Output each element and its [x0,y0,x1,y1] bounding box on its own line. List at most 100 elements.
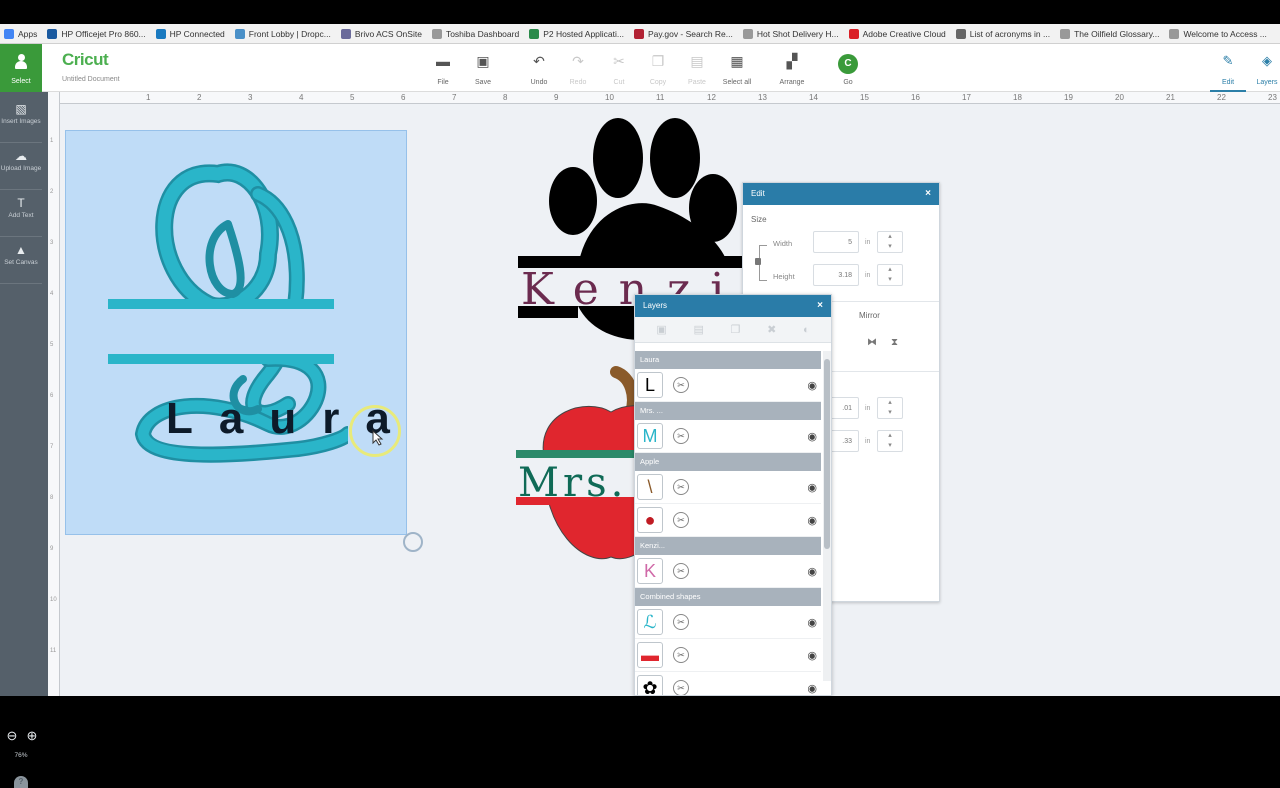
cut-operation-icon[interactable]: ✂ [673,647,689,663]
bookmark-item[interactable]: Adobe Creative Cloud [845,24,952,43]
height-field[interactable]: 3.18 [813,264,859,286]
width-stepper[interactable]: ▴ ▾ [877,231,903,253]
visibility-eye-icon[interactable]: ◉ [807,430,817,443]
position-x-stepper[interactable]: ▴ ▾ [877,397,903,419]
layer-group-header[interactable]: Laura [635,351,821,369]
sidebar-item-upload-image[interactable]: ☁ Upload Image [0,143,42,191]
layers-panel-close-icon[interactable]: × [817,295,823,317]
visibility-eye-icon[interactable]: ◉ [807,616,817,629]
width-field[interactable]: 5 [813,231,859,253]
bookmark-item[interactable]: Front Lobby | Dropc... [231,24,337,43]
aspect-lock-icon[interactable] [755,258,761,265]
layer-row[interactable]: M ✂ ◉ [635,420,821,453]
bookmark-item[interactable]: Hot Shot Delivery H... [739,24,845,43]
ruler-number: 10 [50,597,57,603]
visibility-eye-icon[interactable]: ◉ [807,379,817,392]
zoom-in-icon[interactable]: ⊕ [27,728,38,744]
layer-row[interactable]: ✿ ✂ ◉ [635,672,821,695]
ruler-number: 6 [50,393,54,399]
toolbar-go-icon: C [828,52,868,74]
layers-scrollbar[interactable] [823,351,831,681]
cricut-logo: Cricut [62,50,109,69]
mrs-text[interactable]: Mrs. [518,460,627,506]
visibility-eye-icon[interactable]: ◉ [807,682,817,695]
layers-scrollbar-thumb[interactable] [824,359,830,549]
sidebar-item-insert-images[interactable]: ▧ Insert Images [0,96,42,144]
toolbar-file-icon: ▬ [436,53,450,69]
select-tab[interactable]: Select [0,44,42,92]
toolbar-cut-button[interactable]: ✂ Cut [599,52,639,86]
cut-operation-icon[interactable]: ✂ [673,680,689,695]
toolbar-undo-button[interactable]: ↶ Undo [519,52,559,86]
delete-icon[interactable]: ✖ [767,323,776,336]
cut-operation-icon[interactable]: ✂ [673,479,689,495]
toolbar-copy-button[interactable]: ❐ Copy [638,52,678,86]
layer-group-header[interactable]: Apple [635,453,821,471]
layer-thumbnail: ✿ [637,675,663,695]
cut-operation-icon[interactable]: ✂ [673,614,689,630]
sidebar-item-set-canvas[interactable]: ▲ Set Canvas [0,237,42,285]
toolbar-save-button[interactable]: ▣ Save [463,52,503,86]
bookmark-item[interactable]: List of acronyms in ... [952,24,1056,43]
layer-group-header[interactable]: Kenzi... [635,537,821,555]
cut-operation-icon[interactable]: ✂ [673,512,689,528]
toolbar-select-all-button[interactable]: ▦ Select all [717,52,757,86]
layer-group-header[interactable]: Mrs. ... [635,402,821,420]
rotate-handle[interactable] [403,532,423,552]
toolbar-redo-button[interactable]: ↷ Redo [558,52,598,86]
ruler-number: 15 [860,93,869,102]
bookmark-item[interactable]: HP Officejet Pro 860... [43,24,151,43]
ruler-number: 20 [1115,93,1124,102]
sidebar-item-add-text[interactable]: T Add Text [0,190,42,238]
toolbar-go-button[interactable]: C Go [828,52,868,86]
height-stepper[interactable]: ▴ ▾ [877,264,903,286]
layer-row[interactable]: K ✂ ◉ [635,555,821,588]
bookmark-item[interactable]: P2 Hosted Applicati... [525,24,630,43]
edit-tab-icon: ✎ [1222,53,1234,68]
toolbar-paste-button[interactable]: ▤ Paste [677,52,717,86]
help-icon[interactable]: ? [14,776,28,788]
cut-operation-icon[interactable]: ✂ [673,377,689,393]
toolbar-file-button[interactable]: ▬ File [423,52,463,86]
bookmark-item[interactable]: HP Connected [152,24,231,43]
cut-operation-icon[interactable]: ✂ [673,428,689,444]
layer-row[interactable]: L ✂ ◉ [635,369,821,402]
layer-row[interactable]: ● ✂ ◉ [635,504,821,537]
mirror-vertical-icon[interactable]: ⧗ [891,337,898,348]
position-y-unit: in [865,438,871,445]
tab-label: Layers [1256,79,1278,86]
layer-row[interactable]: ℒ ✂ ◉ [635,606,821,639]
bookmark-favicon-icon [633,28,644,39]
bookmark-item[interactable]: Pay.gov - Search Re... [630,24,739,43]
toolbar-label: File [437,79,449,86]
cut-operation-icon[interactable]: ✂ [673,563,689,579]
visibility-eye-icon[interactable]: ◉ [807,565,817,578]
bookmark-item[interactable]: Toshiba Dashboard [428,24,525,43]
visibility-eye-icon[interactable]: ◉ [807,649,817,662]
layer-row[interactable]: \ ✂ ◉ [635,471,821,504]
tab-edit[interactable]: ✎ Edit [1210,52,1246,92]
bookmark-item[interactable]: Apps [0,24,43,43]
bookmark-label: List of acronyms in ... [969,28,1051,39]
bookmark-item[interactable]: Welcome to Access ... [1165,24,1272,43]
bookmark-item[interactable]: The Oilfield Glossary... [1056,24,1165,43]
ruler-number: 12 [707,93,716,102]
layer-group-header[interactable]: Combined shapes [635,588,821,606]
design-canvas[interactable]: 123456789101112131415161718192021222324 … [48,92,1280,696]
visibility-eye-icon[interactable]: ◉ [807,481,817,494]
toolbar-arrange-button[interactable]: ▞ Arrange [772,52,812,86]
layer-thumbnail: ℒ [637,609,663,635]
tab-layers[interactable]: ◈ Layers [1249,52,1280,86]
mirror-horizontal-icon[interactable]: ⧓ [867,337,877,348]
group-icon[interactable]: ▣ [656,323,666,336]
position-y-stepper[interactable]: ▴ ▾ [877,430,903,452]
visibility-eye-icon[interactable]: ◉ [807,514,817,527]
layer-row[interactable]: ▬ ✂ ◉ [635,639,821,672]
hide-icon[interactable]: ◐ [803,324,810,336]
duplicate-icon[interactable]: ❐ [731,323,741,336]
edit-panel-close-icon[interactable]: × [925,183,931,205]
bookmark-item[interactable]: Brivo ACS OnSite [337,24,428,43]
zoom-out-icon[interactable]: ⊖ [7,728,18,744]
ungroup-icon[interactable]: ▤ [693,323,703,336]
bookmark-label: Welcome to Access ... [1183,28,1267,39]
